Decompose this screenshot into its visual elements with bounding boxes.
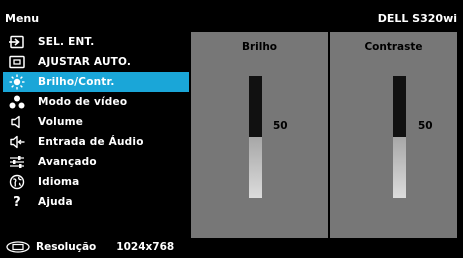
contrast-value: 50 [418,120,433,132]
sliders-icon [9,154,25,170]
menu-item-label: SEL. ENT. [38,36,95,48]
menu-item-label: Idioma [38,176,80,188]
menu-item-modo-de-video[interactable]: Modo de vídeo [3,92,189,112]
projector-osd: Menu DELL S320wi SEL. ENT. AJUSTAR AUTO.… [0,0,463,258]
contrast-slider[interactable] [393,76,406,198]
menu-item-entrada-de-audio[interactable]: Entrada de Áudio [3,132,189,152]
contrast-panel: Contraste 50 [330,32,457,238]
auto-adjust-icon [9,54,25,70]
speaker-icon [9,114,25,130]
menu-item-sel-ent[interactable]: SEL. ENT. [3,32,189,52]
menu-item-label: AJUSTAR AUTO. [38,56,132,68]
menu-item-label: Modo de vídeo [38,96,128,108]
resolution-value: 1024x768 [116,241,175,253]
menu-item-idioma[interactable]: Idioma [3,172,189,192]
menu-item-label: Brilho/Contr. [38,76,115,88]
model-name: DELL S320wi [377,12,457,25]
menu-sidebar: SEL. ENT. AJUSTAR AUTO. Brilho/Contr. Mo… [3,32,189,238]
brightness-title: Brilho [241,41,278,53]
menu-item-brilho-contr[interactable]: Brilho/Contr. [3,72,189,92]
audio-input-icon [9,134,25,150]
question-icon: ? [13,194,21,210]
menu-item-avancado[interactable]: Avançado [3,152,189,172]
video-mode-icon [9,94,25,110]
brightness-panel: Brilho 50 [191,32,328,238]
menu-item-ajustar-auto[interactable]: AJUSTAR AUTO. [3,52,189,72]
menu-item-label: Entrada de Áudio [38,136,144,148]
brightness-icon [9,74,25,90]
status-footer: Resolução 1024x768 [3,238,460,256]
contrast-slider-fill [393,137,406,198]
menu-item-ajuda[interactable]: ? Ajuda [3,192,189,212]
menu-item-volume[interactable]: Volume [3,112,189,132]
resolution-label: Resolução [36,241,97,253]
menu-title: Menu [5,12,40,25]
brightness-slider-fill [249,137,262,198]
menu-item-label: Ajuda [38,196,73,208]
monitor-icon [6,241,30,253]
globe-icon [9,174,25,190]
brightness-slider[interactable] [249,76,262,198]
osd-header: Menu DELL S320wi [3,5,460,32]
menu-item-label: Avançado [38,156,97,168]
contrast-title: Contraste [364,41,423,53]
brightness-value: 50 [273,120,288,132]
input-source-icon [9,34,25,50]
menu-item-label: Volume [38,116,84,128]
